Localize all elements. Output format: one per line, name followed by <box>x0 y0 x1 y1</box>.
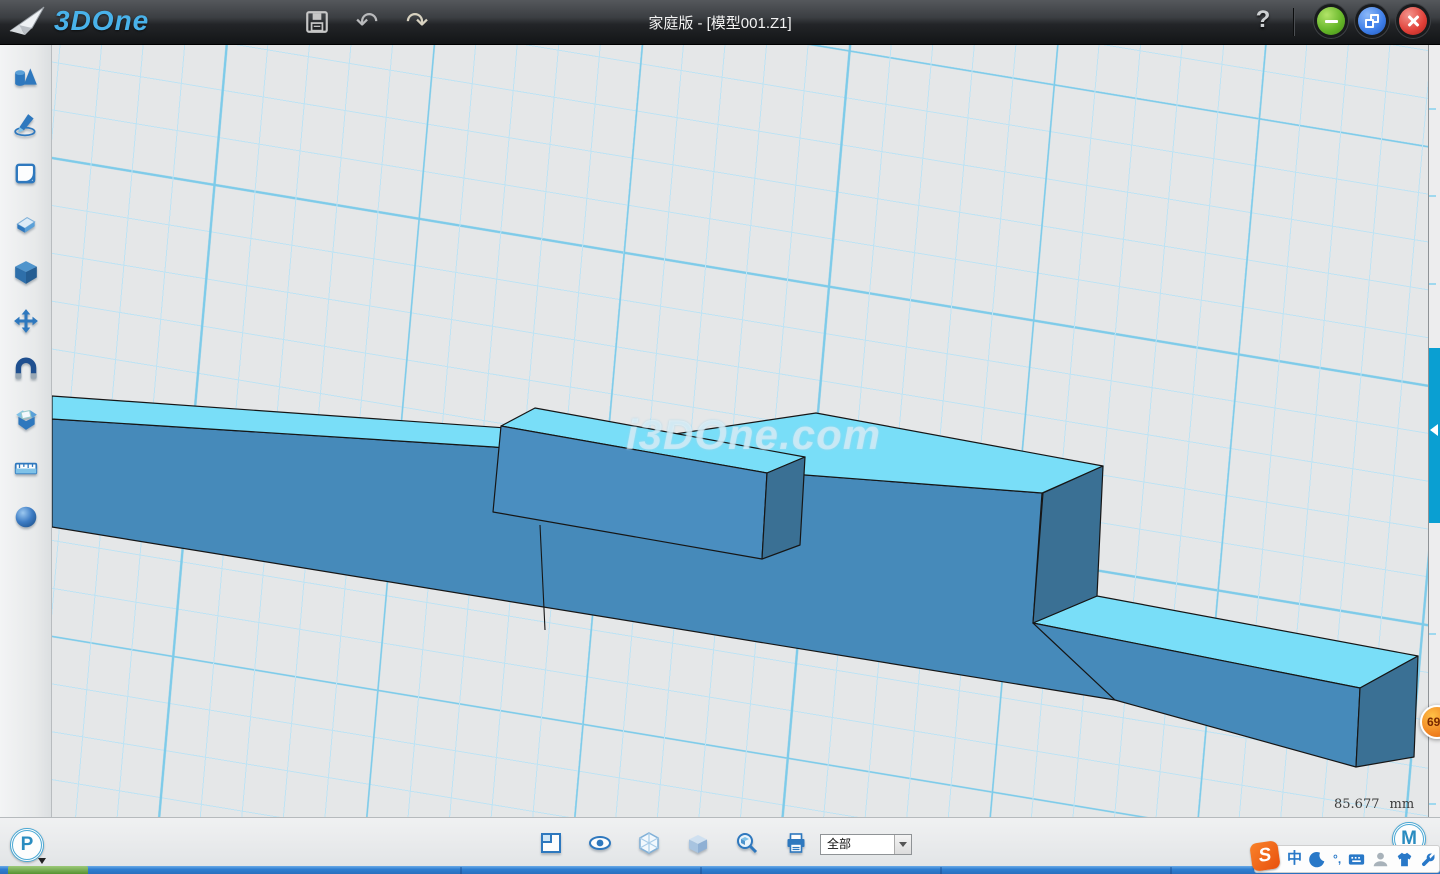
title-bar: 3DOne ↶ ↷ 家庭版 - [模型001.Z1] ? <box>0 0 1440 45</box>
eraser-icon <box>13 210 39 236</box>
primitives-icon <box>13 64 39 90</box>
chevron-left-icon <box>1430 424 1438 436</box>
sidebar-item-snap-magnet[interactable] <box>13 357 39 383</box>
restore-button[interactable] <box>1358 7 1386 35</box>
shaded-display-icon[interactable] <box>686 831 710 855</box>
sidebar-item-feature-modeling[interactable] <box>13 259 39 285</box>
zoom-magnifier-icon[interactable] <box>735 831 759 855</box>
part-navigator-dropdown-arrow[interactable] <box>38 858 46 864</box>
dropdown-button[interactable] <box>894 835 911 854</box>
sidebar-item-material-render[interactable] <box>13 504 39 530</box>
close-icon <box>1406 14 1420 28</box>
taskbar-strip <box>0 866 1440 874</box>
sidebar-item-measure[interactable] <box>13 455 39 481</box>
help-button[interactable]: ? <box>1248 6 1278 38</box>
close-button[interactable] <box>1399 7 1427 35</box>
model-face-front-box-right[interactable] <box>762 457 805 559</box>
user-icon[interactable] <box>1372 851 1389 868</box>
minimize-button[interactable] <box>1317 7 1345 35</box>
titlebar-separator <box>1293 8 1294 36</box>
visibility-eye-icon[interactable] <box>588 831 612 855</box>
minimize-icon <box>1325 20 1338 23</box>
ime-punctuation[interactable]: °, <box>1333 846 1341 872</box>
sidebar-item-deform[interactable] <box>13 210 39 236</box>
wireframe-display-icon[interactable] <box>637 831 661 855</box>
right-panel-strip <box>1428 45 1440 817</box>
sidebar-item-move[interactable] <box>13 308 39 334</box>
sidebar-item-combine[interactable] <box>13 406 39 432</box>
ruler-icon <box>13 455 39 481</box>
keyboard-icon[interactable] <box>1348 851 1365 868</box>
chevron-down-icon <box>899 842 907 847</box>
skin-shirt-icon[interactable] <box>1396 851 1413 868</box>
filter-selected-value: 全部 <box>821 835 894 854</box>
restore-icon <box>1365 14 1379 28</box>
ime-language-mode[interactable]: 中 <box>1287 846 1302 872</box>
left-toolbar <box>0 45 52 817</box>
surface-icon <box>13 161 39 187</box>
scale-ruler-label: 85.677 mm <box>1334 797 1414 812</box>
viewport-canvas[interactable]: i3DOne.com 85.677 mm <box>52 45 1428 817</box>
cube-icon <box>13 259 39 285</box>
ime-logo[interactable]: S <box>1249 840 1281 872</box>
ruler-unit: mm <box>1390 797 1415 812</box>
wrench-icon[interactable] <box>1420 851 1437 868</box>
sketch-pencil-icon <box>13 112 39 138</box>
sphere-icon <box>13 504 39 530</box>
taskbar-start-segment[interactable] <box>8 866 88 874</box>
sidebar-item-sketch[interactable] <box>13 112 39 138</box>
part-navigator-button[interactable]: P <box>10 828 44 862</box>
sidebar-item-sketch-plane[interactable] <box>13 161 39 187</box>
moon-icon[interactable] <box>1309 851 1326 868</box>
display-filter-dropdown[interactable]: 全部 <box>820 834 912 855</box>
window-title: 家庭版 - [模型001.Z1] <box>0 12 1440 33</box>
ime-toolbar: S 中 °, <box>1254 845 1440 873</box>
expand-panel-tab[interactable] <box>1429 348 1440 523</box>
move-arrows-icon <box>13 308 39 334</box>
bottom-toolbar: P <box>0 817 1440 874</box>
magnet-icon <box>13 357 39 383</box>
print-icon[interactable] <box>784 831 808 855</box>
sidebar-item-primitives[interactable] <box>13 64 39 90</box>
watermark: i3DOne.com <box>626 411 926 459</box>
plan-view-icon[interactable] <box>539 831 563 855</box>
open-box-icon <box>13 406 39 432</box>
ruler-value: 85.677 <box>1334 797 1380 812</box>
